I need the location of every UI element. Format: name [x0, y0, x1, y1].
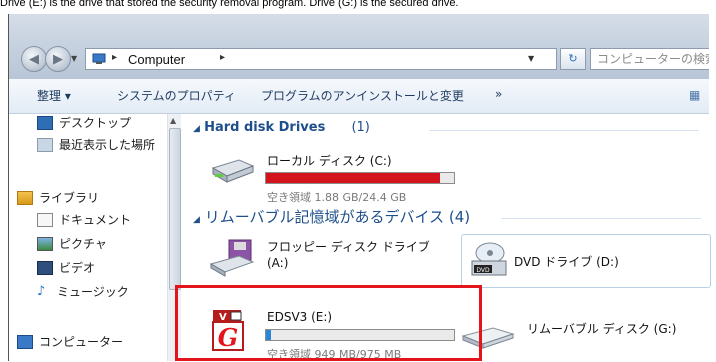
- dvd-drive-icon: DVD: [471, 242, 507, 276]
- drive-c-name: ローカル ディスク (C:): [267, 154, 392, 168]
- view-options-icon[interactable]: ▦: [689, 88, 703, 102]
- refresh-button[interactable]: ↻: [560, 48, 586, 70]
- desktop-icon: [37, 115, 53, 130]
- navigation-pane: デスクトップ 最近表示した場所 ライブラリ ドキュメント ピクチャ ビデオ ♪ …: [9, 114, 189, 361]
- sidebar-item-desktop[interactable]: デスクトップ: [37, 114, 131, 131]
- svg-text:DVD: DVD: [476, 267, 490, 274]
- breadcrumb-chevron-icon[interactable]: ▸: [220, 52, 225, 63]
- forward-arrow-icon: ▶: [53, 51, 63, 67]
- libraries-icon: [17, 190, 33, 205]
- documents-icon: [37, 212, 53, 227]
- title-bar: ◀ ▶ ▼ ▸ Computer ▸ ▼ ↻ コンピューターの検索: [9, 14, 709, 79]
- collapse-icon: ◢: [193, 215, 200, 225]
- scrollbar-thumb[interactable]: [169, 128, 181, 290]
- scroll-up-icon[interactable]: ▲: [170, 116, 176, 125]
- sidebar-item-label: ミュージック: [57, 285, 129, 299]
- sidebar-item-label: ピクチャ: [59, 237, 107, 251]
- more-commands-button[interactable]: »: [495, 87, 502, 101]
- breadcrumb-computer[interactable]: Computer: [128, 52, 185, 67]
- group-divider: [501, 218, 701, 219]
- recent-pages-dropdown[interactable]: ▼: [71, 54, 77, 63]
- group-title: リムーバブル記憶域があるデバイス: [204, 208, 445, 226]
- sidebar-item-videos[interactable]: ビデオ: [37, 259, 95, 276]
- sidebar-item-label: ライブラリ: [39, 191, 100, 205]
- hdd-group-header[interactable]: ◢ Hard disk Drives (1): [193, 120, 370, 135]
- sidebar-item-documents[interactable]: ドキュメント: [37, 211, 131, 228]
- organize-button[interactable]: 整理 ▾: [37, 87, 71, 104]
- refresh-icon: ↻: [568, 52, 578, 65]
- hard-drive-icon: [211, 159, 255, 183]
- drive-dvd[interactable]: DVD DVD ドライブ (D:): [461, 234, 711, 288]
- sidebar-item-computer[interactable]: コンピューター: [17, 333, 123, 350]
- computer-icon: [92, 53, 106, 64]
- group-count: (1): [351, 120, 370, 135]
- sidebar-item-label: コンピューター: [39, 335, 124, 349]
- search-input[interactable]: コンピューターの検索: [590, 48, 709, 70]
- collapse-icon: ◢: [193, 124, 200, 134]
- back-arrow-icon: ◀: [29, 51, 39, 67]
- floppy-drive-icon: [209, 239, 255, 277]
- address-bar[interactable]: ▸ Computer ▸ ▼: [85, 48, 557, 70]
- sidebar-item-music[interactable]: ♪ ミュージック: [37, 283, 129, 300]
- pictures-icon: [37, 236, 53, 251]
- system-properties-button[interactable]: システムのプロパティ: [117, 87, 236, 104]
- sidebar-item-recent[interactable]: 最近表示した場所: [37, 136, 155, 153]
- forward-button[interactable]: ▶: [45, 46, 71, 72]
- drive-g-name: リムーバブル ディスク (G:): [527, 322, 677, 336]
- drive-c-usage-bar: [265, 172, 455, 184]
- sidebar-item-libraries[interactable]: ライブラリ: [17, 189, 99, 206]
- recent-places-icon: [37, 137, 53, 152]
- back-button[interactable]: ◀: [21, 46, 47, 72]
- group-count: (4): [448, 208, 471, 226]
- group-title: Hard disk Drives: [204, 120, 326, 135]
- sidebar-item-label: ドキュメント: [59, 213, 132, 227]
- computer-icon: [17, 334, 33, 349]
- caption-text: Drive (E:) is the drive that stored the …: [0, 0, 459, 9]
- uninstall-program-button[interactable]: プログラムのアンインストールと変更: [261, 87, 464, 104]
- command-bar: 整理 ▾ システムのプロパティ プログラムのアンインストールと変更 » ▦: [9, 79, 709, 114]
- drive-c-free-space: 空き領域 1.88 GB/24.4 GB: [267, 191, 407, 204]
- group-divider: [429, 130, 699, 131]
- videos-icon: [37, 260, 53, 275]
- sidebar-item-label: 最近表示した場所: [59, 138, 156, 152]
- floppy-drive-name: フロッピー ディスク ドライブ: [267, 240, 430, 254]
- address-dropdown-icon[interactable]: ▼: [528, 54, 534, 63]
- drive-c-usage-fill: [266, 173, 440, 183]
- floppy-drive-letter: (A:): [267, 256, 289, 270]
- removable-group-header[interactable]: ◢ リムーバブル記憶域があるデバイス (4): [193, 206, 470, 227]
- breadcrumb-separator-icon[interactable]: ▸: [112, 52, 117, 63]
- sidebar-item-label: デスクトップ: [59, 116, 132, 130]
- sidebar-item-label: ビデオ: [59, 261, 96, 275]
- music-icon: ♪: [37, 284, 46, 299]
- highlight-box: [175, 285, 482, 361]
- sidebar-item-pictures[interactable]: ピクチャ: [37, 235, 107, 252]
- dvd-drive-name: DVD ドライブ (D:): [514, 255, 619, 269]
